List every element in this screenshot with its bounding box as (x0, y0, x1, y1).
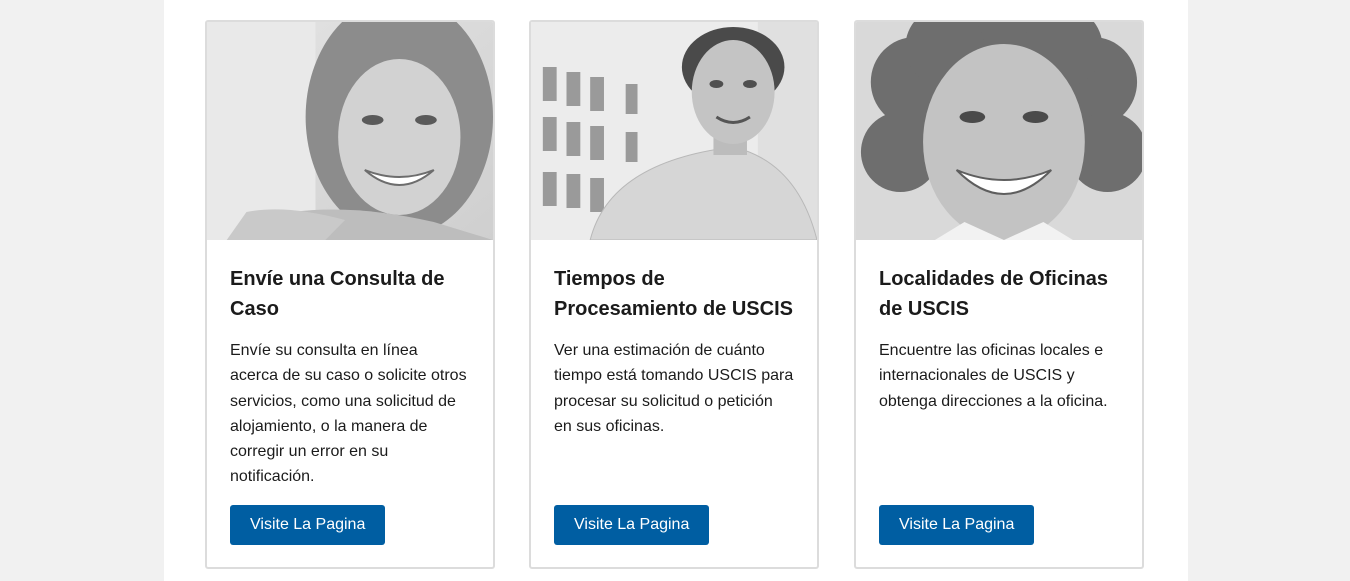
man-smiling-photo (531, 22, 817, 240)
card-title: Tiempos de Procesamiento de USCIS (554, 268, 793, 320)
content-panel: Envíe una Consulta de Caso Envíe su cons… (164, 0, 1188, 581)
card-description: Encuentre las oficinas locales e interna… (879, 342, 1108, 410)
card-description: Ver una estimación de cuánto tiempo está… (554, 342, 794, 435)
card-processing-times: Tiempos de Procesamiento de USCIS Ver un… (529, 20, 819, 569)
visit-page-button[interactable]: Visite La Pagina (230, 505, 386, 545)
card-description: Envíe su consulta en línea acerca de su … (230, 342, 467, 486)
card-title: Envíe una Consulta de Caso (230, 268, 445, 320)
visit-page-button[interactable]: Visite La Pagina (554, 505, 710, 545)
visit-page-button[interactable]: Visite La Pagina (879, 505, 1035, 545)
card-office-locations: Localidades de Oficinas de USCIS Encuent… (854, 20, 1144, 569)
older-woman-smiling-photo (856, 22, 1142, 240)
woman-smiling-photo (207, 22, 493, 240)
card-case-inquiry: Envíe una Consulta de Caso Envíe su cons… (205, 20, 495, 569)
card-title: Localidades de Oficinas de USCIS (879, 268, 1108, 320)
